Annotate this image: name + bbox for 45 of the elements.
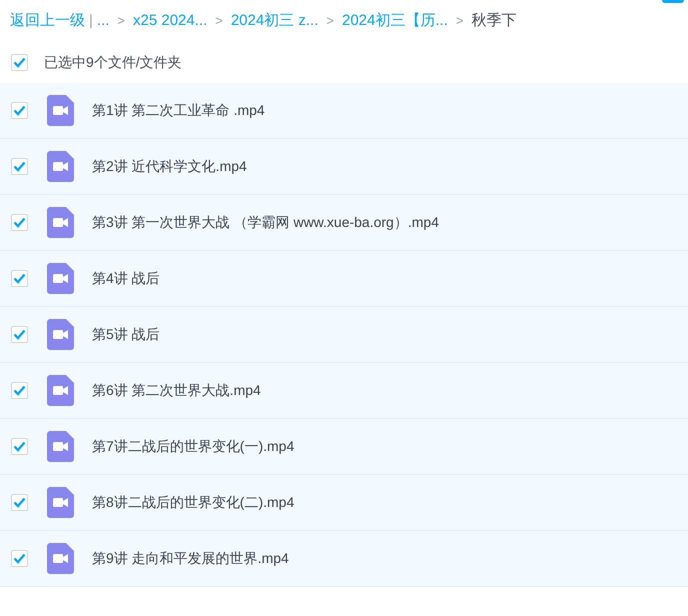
checkbox[interactable]	[11, 214, 28, 231]
divider-text: |	[89, 10, 93, 31]
separator-text: >	[117, 12, 126, 30]
video-file-icon	[47, 95, 74, 126]
checkbox[interactable]	[11, 550, 28, 567]
video-file-icon	[47, 263, 74, 294]
file-name: 第3讲 第一次世界大战 （学霸网 www.xue-ba.org）.mp4	[92, 213, 439, 232]
checkbox[interactable]	[11, 54, 28, 71]
file-name: 第9讲 走向和平发展的世界.mp4	[92, 549, 289, 568]
file-name: 第7讲二战后的世界变化(一).mp4	[92, 437, 294, 456]
checkbox[interactable]	[11, 438, 28, 455]
checkbox[interactable]	[11, 326, 28, 343]
file-name: 第1讲 第二次工业革命 .mp4	[92, 101, 265, 120]
file-row[interactable]: 第9讲 走向和平发展的世界.mp4	[0, 531, 688, 587]
video-file-icon	[47, 431, 74, 462]
video-file-icon	[47, 319, 74, 350]
video-file-icon	[47, 487, 74, 518]
checkbox[interactable]	[11, 382, 28, 399]
file-name: 第6讲 第二次世界大战.mp4	[92, 381, 261, 400]
file-row[interactable]: 第3讲 第一次世界大战 （学霸网 www.xue-ba.org）.mp4	[0, 195, 688, 251]
file-row[interactable]: 第5讲 战后	[0, 307, 688, 363]
breadcrumb-item: 秋季下	[471, 10, 516, 31]
video-file-icon	[47, 207, 74, 238]
top-button[interactable]	[662, 0, 684, 3]
file-name: 第4讲 战后	[92, 269, 160, 288]
file-row[interactable]: 第1讲 第二次工业革命 .mp4	[0, 83, 688, 139]
checkbox[interactable]	[11, 158, 28, 175]
file-row[interactable]: 第2讲 近代科学文化.mp4	[0, 139, 688, 195]
file-row[interactable]: 第8讲二战后的世界变化(二).mp4	[0, 475, 688, 531]
file-row[interactable]: 第6讲 第二次世界大战.mp4	[0, 363, 688, 419]
video-file-icon	[47, 151, 74, 182]
separator-text: >	[326, 12, 334, 30]
checkbox[interactable]	[11, 102, 28, 119]
checkbox[interactable]	[11, 270, 28, 287]
file-name: 第8讲二战后的世界变化(二).mp4	[92, 493, 294, 512]
selection-count: 已选中9个文件/文件夹	[44, 53, 182, 72]
separator-text: >	[215, 12, 223, 30]
separator-text: >	[456, 12, 464, 30]
video-file-icon	[47, 375, 74, 406]
file-row[interactable]: 第4讲 战后	[0, 251, 688, 307]
checkbox[interactable]	[11, 494, 28, 511]
video-file-icon	[47, 543, 74, 574]
file-name: 第5讲 战后	[92, 325, 160, 344]
file-row[interactable]: 第7讲二战后的世界变化(一).mp4	[0, 419, 688, 475]
file-name: 第2讲 近代科学文化.mp4	[92, 157, 247, 176]
